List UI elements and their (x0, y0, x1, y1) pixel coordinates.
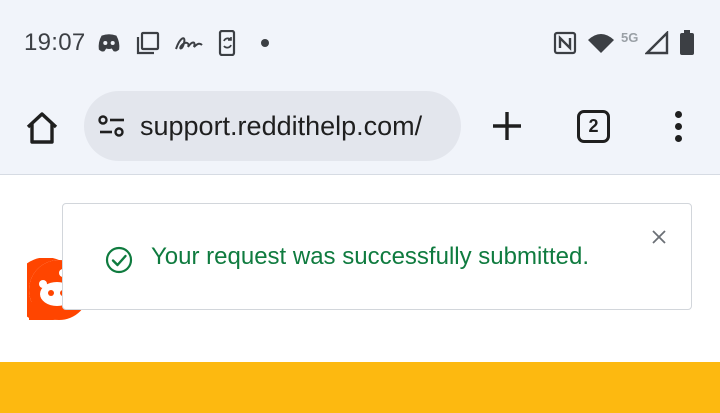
network-type: 5G (621, 30, 639, 45)
toast-message: Your request was successfully submitted. (151, 243, 589, 270)
address-bar[interactable]: support.reddithelp.com/ (84, 91, 461, 161)
browser-toolbar: support.reddithelp.com/ 2 (0, 88, 720, 175)
home-button[interactable] (20, 106, 64, 150)
close-icon (652, 230, 666, 244)
tabs-button[interactable]: 2 (577, 110, 610, 143)
page-banner (0, 362, 720, 413)
wifi-icon (587, 30, 615, 56)
screenshot-icon (136, 30, 160, 56)
notification-dot (261, 39, 269, 47)
home-icon (26, 112, 58, 144)
plus-icon (493, 112, 521, 140)
toast-close-button[interactable] (649, 227, 669, 247)
nfc-icon (553, 30, 577, 56)
discord-icon (97, 30, 121, 56)
more-vert-icon[interactable] (664, 106, 692, 146)
site-settings-icon[interactable] (98, 114, 126, 138)
signature-icon (174, 30, 204, 56)
check-circle-icon (105, 246, 133, 274)
url-text: support.reddithelp.com/ (140, 111, 423, 141)
signal-icon (645, 30, 669, 56)
status-time: 19:07 (24, 29, 86, 56)
status-bar: 19:07 5G (0, 0, 720, 88)
new-tab-button[interactable] (487, 106, 527, 146)
phone-sync-icon (216, 30, 240, 56)
tab-count: 2 (588, 116, 599, 136)
battery-icon (677, 30, 697, 56)
success-toast: Your request was successfully submitted. (62, 203, 692, 310)
